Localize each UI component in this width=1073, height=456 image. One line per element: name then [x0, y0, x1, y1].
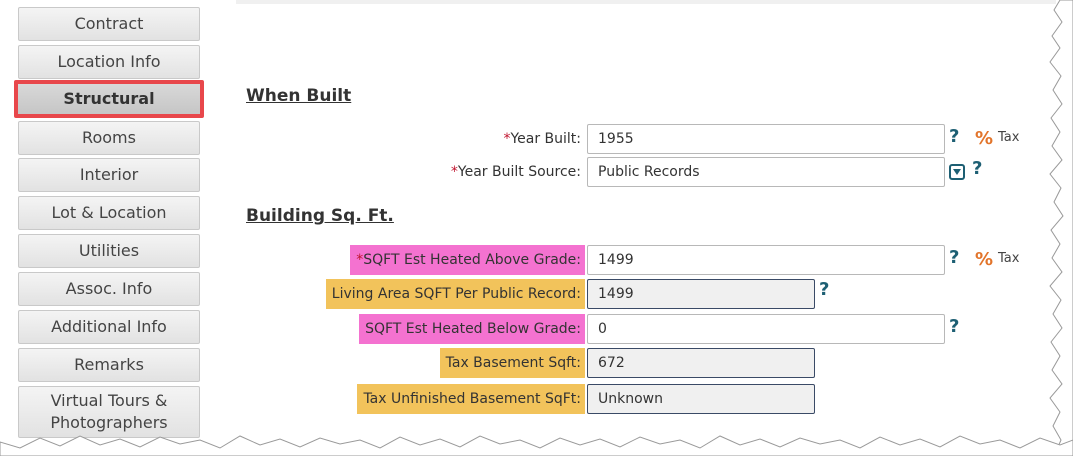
sidebar-item-label: Additional Info [51, 317, 167, 336]
dropdown-arrow-icon[interactable] [949, 164, 965, 180]
sidebar-item-label: Rooms [82, 128, 136, 147]
torn-edge-bottom [0, 435, 1073, 456]
top-divider [236, 0, 1056, 4]
tax-link[interactable]: Tax [998, 251, 1019, 266]
sidebar-item-label: Location Info [57, 52, 161, 71]
sidebar-item-label: Remarks [74, 355, 144, 374]
tax-basement-field [587, 348, 815, 378]
sidebar-nav: Contract Location Info Structural Rooms … [0, 0, 230, 456]
sidebar-item-label: Contract [74, 14, 144, 33]
sidebar-item-label: Utilities [78, 241, 140, 260]
help-icon[interactable]: ? [972, 158, 982, 179]
section-title-when-built: When Built [246, 86, 352, 106]
year-built-input[interactable] [587, 124, 945, 154]
section-title-building-sqft: Building Sq. Ft. [246, 206, 394, 226]
sidebar-item-remarks[interactable]: Remarks [18, 348, 200, 382]
living-area-field [587, 279, 815, 309]
year-built-source-select[interactable] [587, 157, 945, 187]
sidebar-item-additional-info[interactable]: Additional Info [18, 310, 200, 344]
tax-unfinished-basement-label: Tax Unfinished Basement SqFt: [357, 384, 585, 414]
sidebar-item-assoc-info[interactable]: Assoc. Info [18, 272, 200, 306]
percent-icon[interactable]: % [975, 249, 993, 270]
help-icon[interactable]: ? [949, 126, 959, 147]
sqft-below-grade-input[interactable] [587, 314, 945, 344]
sidebar-item-rooms[interactable]: Rooms [18, 121, 200, 155]
sidebar-item-label: Structural [63, 89, 155, 108]
sidebar-item-utilities[interactable]: Utilities [18, 234, 200, 268]
sidebar-item-label-line1: Virtual Tours & [50, 391, 168, 410]
help-icon[interactable]: ? [819, 279, 829, 300]
sidebar-item-label: Interior [79, 165, 139, 184]
year-built-label: * Year Built: [503, 131, 581, 147]
tax-unfinished-basement-field [587, 384, 815, 414]
sqft-above-grade-input[interactable] [587, 245, 945, 275]
help-icon[interactable]: ? [949, 316, 959, 337]
living-area-label: Living Area SQFT Per Public Record: [325, 279, 585, 309]
sidebar-item-interior[interactable]: Interior [18, 158, 200, 192]
sidebar-item-contract[interactable]: Contract [18, 7, 200, 41]
year-built-source-label: * Year Built Source: [450, 164, 581, 180]
sidebar-item-location-info[interactable]: Location Info [18, 45, 200, 79]
tax-basement-label: Tax Basement Sqft: [439, 348, 585, 378]
sqft-below-grade-label: SQFT Est Heated Below Grade: [359, 314, 585, 344]
sidebar-item-lot-location[interactable]: Lot & Location [18, 196, 200, 230]
torn-edge-right [1049, 0, 1073, 456]
sidebar-item-structural[interactable]: Structural [14, 80, 204, 118]
help-icon[interactable]: ? [949, 247, 959, 268]
percent-icon[interactable]: % [975, 128, 993, 149]
sidebar-item-label: Assoc. Info [65, 279, 153, 298]
required-star: * [450, 164, 458, 180]
sqft-above-grade-label: * SQFT Est Heated Above Grade: [350, 245, 585, 275]
required-star: * [356, 252, 364, 268]
tax-link[interactable]: Tax [998, 130, 1019, 145]
sidebar-item-label: Lot & Location [51, 203, 167, 222]
